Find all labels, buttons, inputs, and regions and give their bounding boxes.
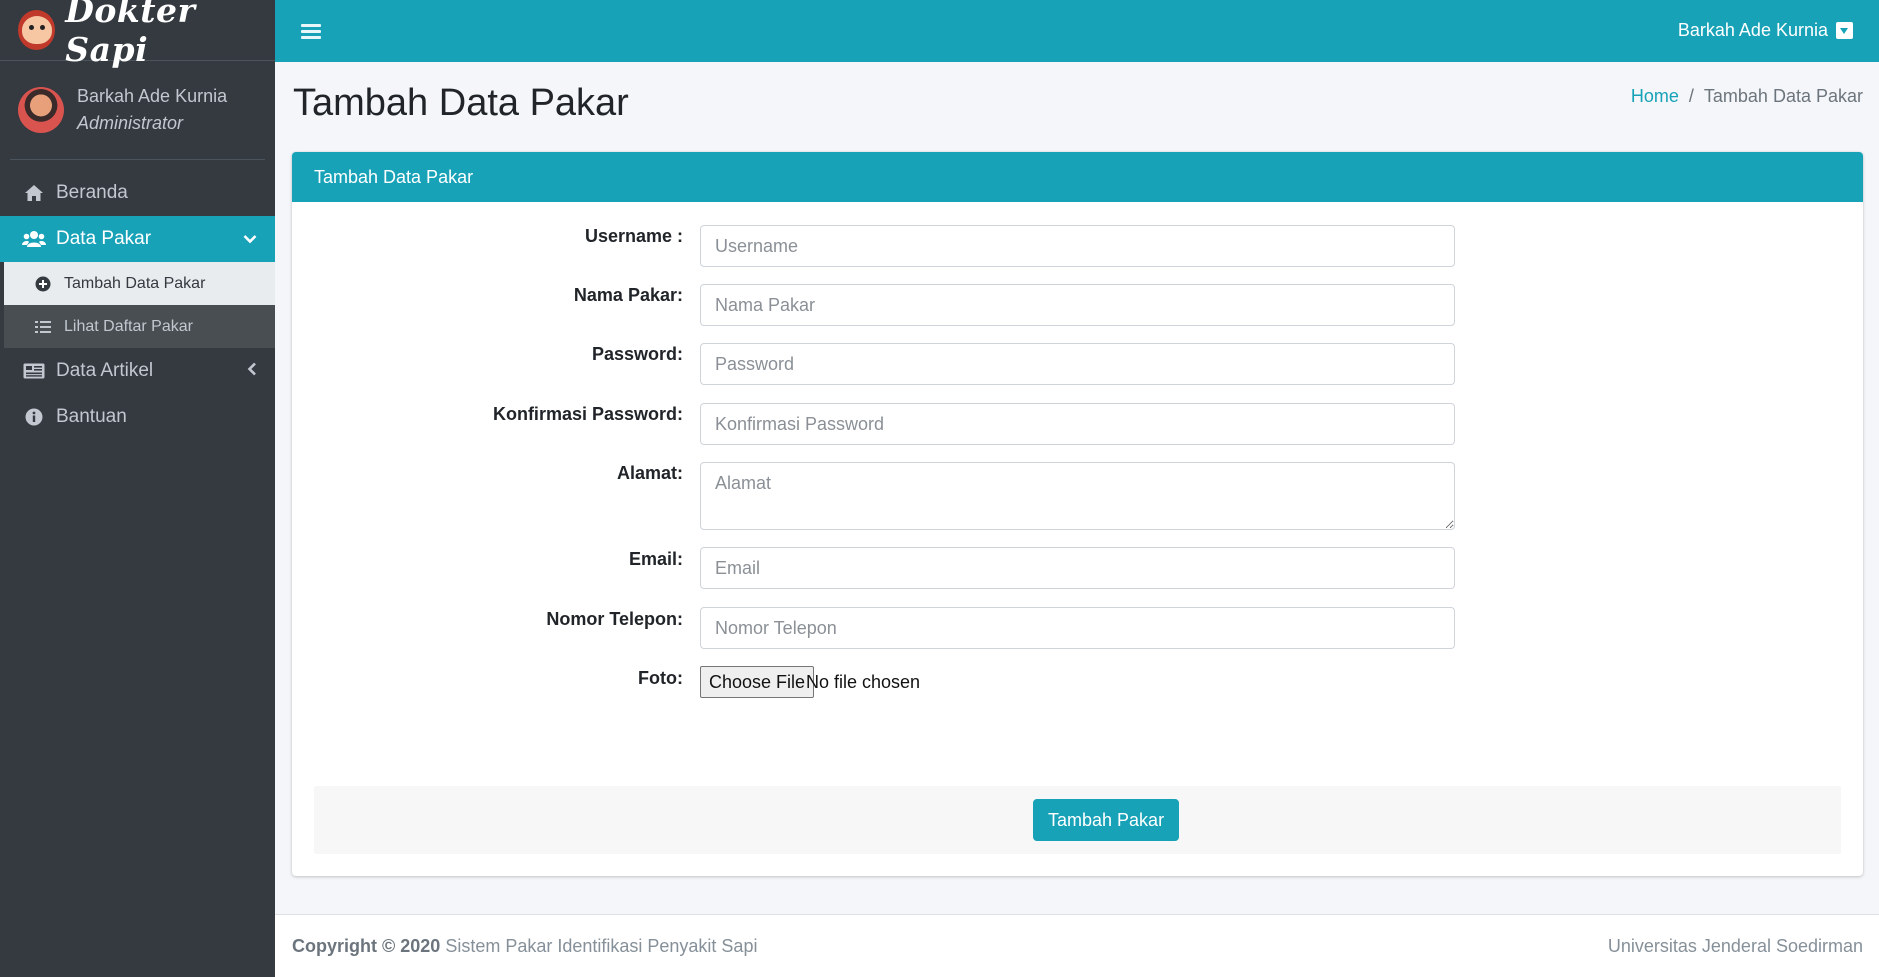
caret-square-down-icon xyxy=(1836,22,1853,39)
username-label: Username : xyxy=(584,226,683,246)
nomor-telepon-input[interactable] xyxy=(700,607,1455,649)
sidebar-item-tambah-data-pakar[interactable]: Tambah Data Pakar xyxy=(4,262,275,305)
nama-pakar-input[interactable] xyxy=(700,284,1455,326)
alamat-textarea[interactable] xyxy=(700,462,1455,530)
sidebar: Dokter Sapi Barkah Ade Kurnia Administra… xyxy=(0,0,275,977)
sidebar-item-bantuan[interactable]: Bantuan xyxy=(0,394,275,440)
foto-label: Foto: xyxy=(638,668,683,688)
top-navbar: Barkah Ade Kurnia xyxy=(275,0,1879,62)
sidebar-submenu-data-pakar: Tambah Data Pakar Lihat Daftar Pakar xyxy=(0,262,275,348)
sidebar-item-label: Lihat Daftar Pakar xyxy=(64,317,193,335)
sidebar-item-label: Tambah Data Pakar xyxy=(64,274,206,292)
chevron-down-icon xyxy=(243,228,257,250)
breadcrumb-separator: / xyxy=(1688,86,1694,106)
footer-app-name: Sistem Pakar Identifikasi Penyakit Sapi xyxy=(440,935,758,956)
sidebar-item-data-artikel[interactable]: Data Artikel xyxy=(0,348,275,394)
list-icon xyxy=(34,320,52,334)
sidebar-item-label: Data Artikel xyxy=(56,360,154,381)
card-footer: Tambah Pakar xyxy=(314,786,1841,854)
user-panel: Barkah Ade Kurnia Administrator xyxy=(10,61,265,160)
sidebar-item-beranda[interactable]: Beranda xyxy=(0,170,275,216)
password-label: Password: xyxy=(591,344,683,364)
nomor-telepon-label: Nomor Telepon: xyxy=(546,609,683,629)
file-status: No file chosen xyxy=(806,672,921,692)
users-icon xyxy=(22,230,46,248)
user-dropdown-label: Barkah Ade Kurnia xyxy=(1677,20,1828,40)
konfirmasi-password-label: Konfirmasi Password: xyxy=(492,404,683,424)
newspaper-icon xyxy=(22,363,46,379)
alamat-label: Alamat: xyxy=(616,463,683,483)
breadcrumb-current: Tambah Data Pakar xyxy=(1703,86,1863,106)
page-footer: Copyright © 2020 Sistem Pakar Identifika… xyxy=(275,914,1879,977)
user-panel-role: Administrator xyxy=(77,113,184,133)
choose-file-button[interactable]: Choose File xyxy=(700,666,815,698)
avatar xyxy=(18,87,64,133)
user-dropdown[interactable]: Barkah Ade Kurnia xyxy=(1678,20,1853,41)
konfirmasi-password-input[interactable] xyxy=(700,403,1455,445)
sidebar-item-lihat-daftar-pakar[interactable]: Lihat Daftar Pakar xyxy=(4,305,275,348)
brand-name: Dokter Sapi xyxy=(65,0,196,69)
sidebar-item-label: Beranda xyxy=(56,182,128,203)
email-label: Email: xyxy=(628,549,683,569)
brand-link[interactable]: Dokter Sapi xyxy=(0,0,275,69)
breadcrumb-home-link[interactable]: Home xyxy=(1631,86,1679,107)
form-card: Tambah Data Pakar Choose File No file ch… xyxy=(292,152,1863,876)
footer-institution: Universitas Jenderal Soedirman xyxy=(1607,935,1863,956)
footer-copyright: Copyright © 2020 xyxy=(292,935,441,956)
footer-copyright-line: Copyright © 2020 Sistem Pakar Identifika… xyxy=(292,936,757,957)
info-circle-icon xyxy=(22,408,46,426)
breadcrumb: Home / Tambah Data Pakar xyxy=(1631,86,1863,107)
sidebar-item-label: Data Pakar xyxy=(56,228,152,249)
tambah-pakar-button[interactable]: Tambah Pakar xyxy=(1033,799,1180,841)
plus-circle-icon xyxy=(34,276,52,292)
email-input[interactable] xyxy=(700,547,1455,589)
sidebar-nav: Beranda Data Pakar Tambah Data Pakar Lih… xyxy=(0,170,275,440)
sidebar-item-data-pakar[interactable]: Data Pakar xyxy=(0,216,275,262)
nama-pakar-label: Nama Pakar: xyxy=(573,285,683,305)
user-panel-name[interactable]: Barkah Ade Kurnia xyxy=(77,86,227,107)
hamburger-menu-icon[interactable] xyxy=(301,23,321,39)
home-icon xyxy=(22,184,46,202)
sidebar-item-label: Bantuan xyxy=(56,406,127,427)
cow-logo-icon xyxy=(18,10,56,50)
username-input[interactable] xyxy=(700,225,1455,267)
password-input[interactable] xyxy=(700,343,1455,385)
chevron-left-icon xyxy=(247,360,257,382)
card-title: Tambah Data Pakar xyxy=(292,152,1863,202)
page-title: Tambah Data Pakar xyxy=(293,82,629,124)
